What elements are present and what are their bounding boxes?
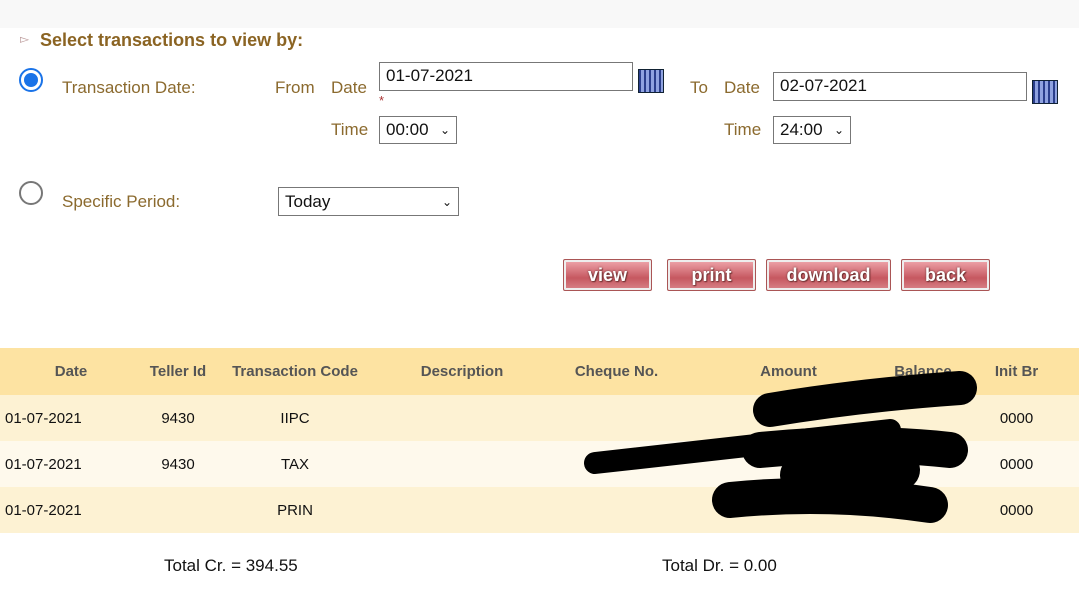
total-credit: Total Cr. = 394.55 [164,556,298,575]
total-debit: Total Dr. = 0.00 [662,556,777,575]
redaction-scribble [584,371,977,523]
